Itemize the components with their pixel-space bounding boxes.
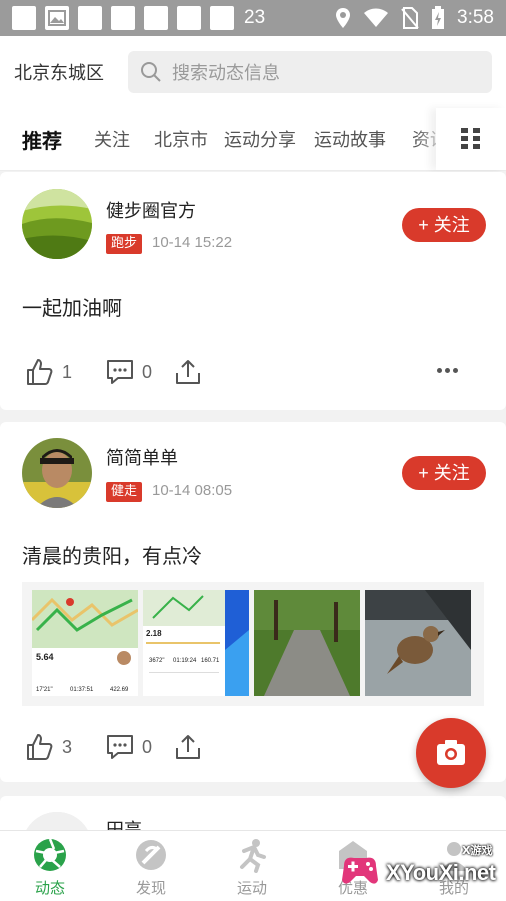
calories-value: 422.69 bbox=[110, 687, 129, 693]
like-count: 1 bbox=[62, 361, 73, 382]
duration-value: 01:37:51 bbox=[70, 687, 94, 693]
comment-button[interactable]: 0 bbox=[106, 357, 152, 387]
pace-value: 3672" bbox=[149, 658, 164, 664]
comment-count: 0 bbox=[142, 361, 153, 382]
image-gallery: 5.64 17'21" 01:37:51 422.69 2.18 3672" 0… bbox=[22, 582, 484, 706]
like-button[interactable]: 1 bbox=[26, 357, 72, 387]
search-icon bbox=[141, 62, 161, 82]
share-icon bbox=[176, 360, 200, 384]
search-bar[interactable]: 搜索动态信息 bbox=[128, 51, 492, 93]
post-text: 清晨的贵阳，有点冷 bbox=[22, 544, 202, 568]
nav-sport[interactable]: 运动 bbox=[202, 831, 302, 901]
location-icon bbox=[336, 8, 351, 28]
post-actions: 1 0 bbox=[22, 357, 484, 387]
notification-icon bbox=[78, 6, 102, 30]
activity-tag: 健走 bbox=[106, 482, 143, 502]
bird-photo-thumbnail[interactable] bbox=[365, 590, 471, 696]
post-time: 10-14 15:22 bbox=[152, 234, 233, 251]
post-text: 一起加油啊 bbox=[22, 296, 122, 320]
aperture-icon bbox=[34, 838, 66, 871]
status-bar: 23 3:58 bbox=[0, 0, 506, 36]
image-notification-icon bbox=[45, 6, 69, 30]
notification-icon bbox=[111, 6, 135, 30]
distance-value: 5.64 bbox=[36, 652, 54, 662]
follow-button[interactable]: + 关注 bbox=[402, 456, 486, 490]
nav-label: 动态 bbox=[34, 879, 65, 897]
like-button[interactable]: 3 bbox=[26, 732, 72, 762]
tab-sport-story[interactable]: 运动故事 bbox=[314, 126, 386, 152]
thumbs-up-icon bbox=[27, 359, 53, 385]
gamepad-icon bbox=[342, 857, 378, 884]
camera-icon bbox=[437, 740, 465, 765]
watermark-small-text: X游戏 bbox=[462, 844, 493, 857]
camera-post-button[interactable] bbox=[416, 718, 486, 788]
share-button[interactable] bbox=[174, 732, 202, 762]
notification-icon bbox=[144, 6, 168, 30]
notification-icon bbox=[12, 6, 36, 30]
clock: 3:58 bbox=[457, 7, 494, 28]
comment-count: 0 bbox=[142, 736, 153, 757]
post-time: 10-14 08:05 bbox=[152, 482, 233, 499]
category-grid-button[interactable] bbox=[436, 108, 506, 170]
username[interactable]: 健步圈官方 bbox=[106, 197, 196, 223]
duration-value: 01:19:24 bbox=[173, 658, 197, 664]
top-header: 北京东城区 搜索动态信息 bbox=[0, 36, 506, 108]
comment-icon bbox=[107, 735, 133, 759]
notification-icon bbox=[210, 6, 234, 30]
calories-value: 160.71 bbox=[201, 658, 220, 664]
follow-button[interactable]: + 关注 bbox=[402, 208, 486, 242]
nav-discover[interactable]: 发现 bbox=[101, 831, 201, 901]
tab-following[interactable]: 关注 bbox=[94, 126, 130, 152]
tab-recommend[interactable]: 推荐 bbox=[22, 125, 62, 154]
notification-count: 23 bbox=[244, 7, 266, 28]
tab-beijing[interactable]: 北京市 bbox=[154, 126, 208, 152]
tab-sport-share[interactable]: 运动分享 bbox=[224, 126, 296, 152]
activity-tag: 跑步 bbox=[106, 234, 143, 254]
no-sim-icon bbox=[401, 7, 419, 29]
feed-card[interactable]: 健步圈官方 跑步 10-14 15:22 + 关注 一起加油啊 1 0 bbox=[0, 172, 506, 410]
comment-icon bbox=[107, 360, 133, 384]
avatar[interactable] bbox=[22, 438, 92, 508]
wifi-icon bbox=[364, 8, 389, 27]
notification-icon bbox=[177, 6, 201, 30]
map-screenshot-thumbnail[interactable]: 5.64 17'21" 01:37:51 422.69 bbox=[32, 590, 138, 696]
grid-icon bbox=[461, 128, 481, 150]
thumbs-up-icon bbox=[27, 734, 53, 760]
pace-value: 17'21" bbox=[36, 687, 53, 693]
more-options-icon[interactable] bbox=[437, 368, 458, 373]
discover-icon bbox=[136, 840, 166, 870]
avatar[interactable] bbox=[22, 189, 92, 259]
battery-charging-icon bbox=[432, 6, 445, 29]
comment-button[interactable]: 0 bbox=[106, 732, 152, 762]
username[interactable]: 简简单单 bbox=[106, 444, 178, 470]
stats-screenshot-thumbnail[interactable]: 2.18 3672" 01:19:24 160.71 bbox=[143, 590, 249, 696]
share-button[interactable] bbox=[174, 357, 202, 387]
share-icon bbox=[176, 735, 200, 759]
city-selector[interactable]: 北京东城区 bbox=[14, 59, 104, 85]
search-placeholder: 搜索动态信息 bbox=[172, 63, 280, 84]
nav-dynamic[interactable]: 动态 bbox=[0, 831, 100, 901]
distance-value: 2.18 bbox=[146, 629, 162, 638]
watermark-text: XYouXi.net bbox=[386, 860, 496, 885]
watermark-logo: X游戏 XYouXi.net bbox=[336, 838, 506, 898]
running-icon bbox=[240, 839, 266, 873]
category-tabs: 推荐 关注 北京市 运动分享 运动故事 资讯 bbox=[0, 108, 506, 171]
post-actions: 3 0 bbox=[22, 732, 484, 762]
like-count: 3 bbox=[62, 736, 73, 757]
nav-label: 运动 bbox=[236, 879, 267, 897]
road-photo-thumbnail[interactable] bbox=[254, 590, 360, 696]
nav-label: 发现 bbox=[135, 879, 166, 897]
